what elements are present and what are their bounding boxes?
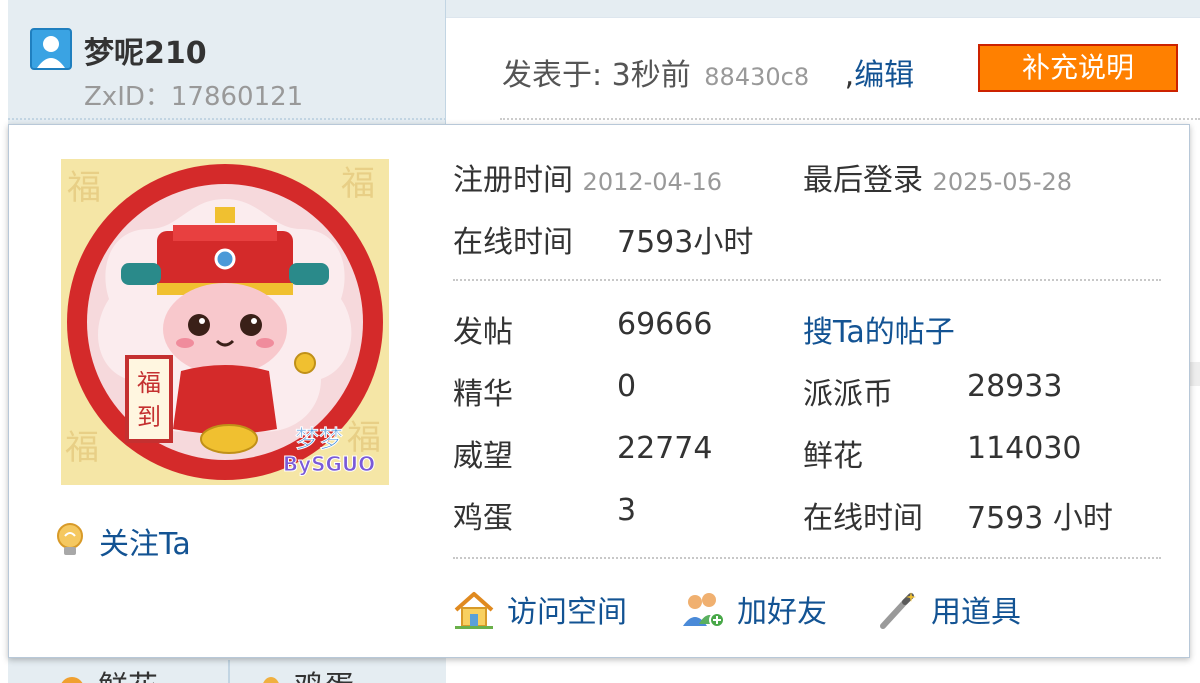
author-divider	[8, 118, 446, 120]
svg-text:福: 福	[67, 168, 101, 208]
last-login-row: 最后登录 2025-05-28	[803, 155, 1072, 199]
essence-label: 精华	[453, 377, 513, 412]
posts-label: 发帖	[453, 315, 513, 350]
add-friend-link[interactable]: 加好友	[681, 587, 827, 631]
info-divider-top	[453, 279, 1161, 281]
add-friend-label: 加好友	[737, 595, 827, 630]
last-login-label: 最后登录	[803, 163, 923, 198]
info-divider-bottom	[453, 557, 1161, 559]
visit-space-label: 访问空间	[507, 595, 627, 630]
avatar-scroll-char-2: 到	[137, 403, 161, 431]
author-zxid: ZxID：17860121	[84, 82, 304, 112]
follow-label: 关注Ta	[99, 527, 191, 562]
flowers-value: 114030	[967, 431, 1082, 466]
search-posts-link[interactable]: 搜Ta的帖子	[803, 307, 955, 351]
post-hash: 88430c8	[704, 63, 810, 91]
online-time-value-2: 7593 小时	[967, 501, 1113, 536]
registration-value: 2012-04-16	[582, 168, 723, 196]
avatar-scroll-char-1: 福	[137, 369, 161, 397]
registration-label: 注册时间	[453, 163, 573, 198]
flower-icon	[61, 677, 83, 683]
use-item-link[interactable]: 用道具	[877, 587, 1021, 631]
online-time-value: 7593小时	[617, 225, 754, 260]
edit-link[interactable]: 编辑	[854, 58, 914, 93]
online-time-label-2: 在线时间	[803, 501, 923, 536]
prestige-value: 22774	[617, 431, 713, 466]
flower-label: 鲜花	[98, 670, 158, 683]
egg-label: 鸡蛋	[294, 670, 354, 683]
meta-separator: ,	[844, 58, 855, 93]
eggs-label: 鸡蛋	[453, 501, 513, 536]
add-friend-icon	[683, 593, 725, 628]
avatar-caption: 梦梦	[295, 425, 343, 453]
post-meta: 发表于: 3秒前 88430c8 ,编辑	[502, 50, 914, 94]
coins-label: 派派币	[803, 377, 893, 412]
top-bar-right	[446, 0, 1200, 18]
footer-divider	[228, 660, 230, 683]
egg-icon	[263, 677, 279, 683]
visit-space-link[interactable]: 访问空间	[453, 587, 627, 631]
home-icon	[454, 592, 494, 629]
svg-text:福: 福	[341, 164, 375, 204]
follow-link[interactable]: 关注Ta	[55, 519, 191, 563]
author-username[interactable]: 梦呢210	[84, 28, 207, 72]
svg-text:福: 福	[65, 428, 99, 468]
use-item-label: 用道具	[931, 595, 1021, 630]
eggs-value: 3	[617, 493, 637, 528]
lightbulb-icon	[57, 523, 83, 555]
user-info-card: 福福 福福 福 到 梦梦 BySGUO 关注Ta 注册时间 2012-04-16…	[8, 124, 1190, 658]
magic-wand-icon	[880, 592, 916, 629]
user-avatar[interactable]: 福福 福福 福 到 梦梦 BySGUO	[61, 159, 389, 485]
avatar-signature: BySGUO	[283, 452, 375, 476]
prestige-label: 威望	[453, 439, 513, 474]
flowers-label: 鲜花	[803, 439, 863, 474]
last-login-value: 2025-05-28	[932, 168, 1073, 196]
online-time-label: 在线时间	[453, 225, 573, 260]
supplement-button[interactable]: 补充说明	[978, 44, 1178, 92]
avatar-illustration: 福福 福福 福 到 梦梦 BySGUO	[61, 159, 389, 485]
posted-time: 发表于: 3秒前	[502, 58, 691, 93]
posts-value: 69666	[617, 307, 713, 342]
flower-button[interactable]: 鲜花	[54, 662, 158, 683]
user-profile-icon	[30, 28, 72, 70]
coins-value: 28933	[967, 369, 1063, 404]
post-divider	[500, 118, 1200, 120]
essence-value: 0	[617, 369, 637, 404]
registration-row: 注册时间 2012-04-16	[453, 155, 722, 199]
edge-fragment	[1190, 362, 1200, 386]
egg-button[interactable]: 鸡蛋	[256, 662, 354, 683]
